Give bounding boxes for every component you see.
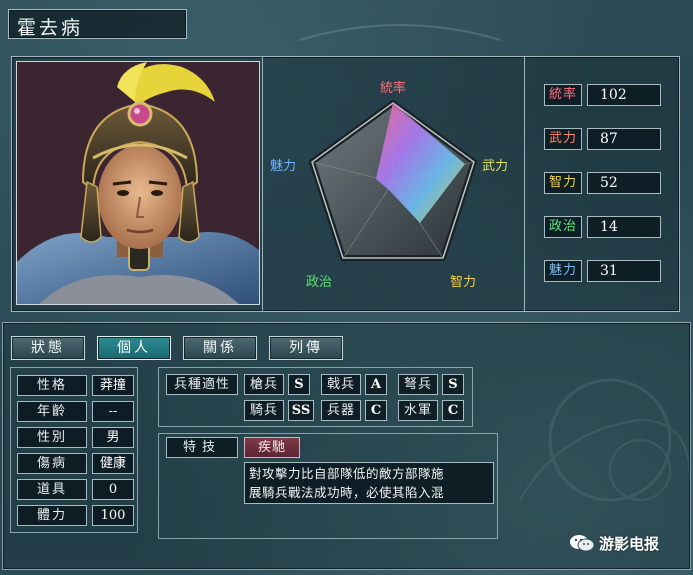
stat-row-intelligence: 智力 52 xyxy=(544,172,662,194)
stat-label: 統率 xyxy=(544,84,582,106)
tab-status[interactable]: 狀態 xyxy=(11,336,85,360)
wechat-icon xyxy=(570,535,595,552)
stat-value: 52 xyxy=(587,172,661,194)
info-value-age: -- xyxy=(92,401,134,422)
troop-grade: C xyxy=(442,400,464,421)
troop-grade: A xyxy=(365,374,387,395)
radar-label-bottom-right: 智力 xyxy=(450,275,476,290)
panel-divider-right xyxy=(524,57,525,311)
troop-aptitude-header: 兵種適性 xyxy=(166,374,238,395)
info-label-age: 年齡 xyxy=(17,401,87,422)
stat-value: 31 xyxy=(587,260,661,282)
info-label-items: 道具 xyxy=(17,479,87,500)
character-portrait xyxy=(16,61,260,305)
troop-type: 槍兵 xyxy=(244,374,284,395)
watermark: 游影电报 xyxy=(569,532,659,554)
stat-value: 102 xyxy=(587,84,661,106)
info-label-health: 傷病 xyxy=(17,453,87,474)
troop-grade: S xyxy=(288,374,310,395)
special-skill-name[interactable]: 疾馳 xyxy=(244,437,300,458)
stat-row-war: 武力 87 xyxy=(544,128,662,150)
troop-grade: SS xyxy=(288,400,314,421)
info-value-personality: 莽撞 xyxy=(92,375,134,396)
stat-row-leadership: 統率 102 xyxy=(544,84,662,106)
radar-label-bottom-left: 政治 xyxy=(306,275,332,290)
info-value-health: 健康 xyxy=(92,453,134,474)
troop-type: 水軍 xyxy=(398,400,438,421)
special-skill-header: 特技 xyxy=(166,437,238,458)
info-label-gender: 性別 xyxy=(17,427,87,448)
info-label-personality: 性格 xyxy=(17,375,87,396)
skill-desc-line2: 展騎兵戰法成功時，必使其陷入混 xyxy=(249,485,445,500)
info-value-items: 0 xyxy=(92,479,134,500)
info-label-stamina: 體力 xyxy=(17,505,87,526)
character-name: 霍去病 xyxy=(8,9,187,39)
stat-label: 智力 xyxy=(544,172,582,194)
tab-biography[interactable]: 列傳 xyxy=(269,336,343,360)
character-detail-screen: 霍去病 統率 武力 智力 政治 魅力 統率 102 武力 87 智力 52 政治… xyxy=(0,0,693,575)
portrait-illustration xyxy=(17,62,259,304)
troop-grade: S xyxy=(442,374,464,395)
stat-label: 政治 xyxy=(544,216,582,238)
stat-row-politics: 政治 14 xyxy=(544,216,662,238)
ability-radar-chart: 統率 武力 智力 政治 魅力 xyxy=(270,80,508,290)
stat-label: 武力 xyxy=(544,128,582,150)
stat-row-charisma: 魅力 31 xyxy=(544,260,662,282)
tab-relations[interactable]: 關係 xyxy=(183,336,257,360)
troop-type: 弩兵 xyxy=(398,374,438,395)
troop-type: 騎兵 xyxy=(244,400,284,421)
radar-label-right: 武力 xyxy=(482,159,508,174)
troop-type: 戟兵 xyxy=(321,374,361,395)
info-value-stamina: 100 xyxy=(92,505,134,526)
stat-value: 14 xyxy=(587,216,661,238)
radar-label-left: 魅力 xyxy=(270,159,296,174)
tab-personal[interactable]: 個人 xyxy=(97,336,171,360)
troop-type: 兵器 xyxy=(321,400,361,421)
radar-label-top: 統率 xyxy=(380,80,406,96)
watermark-text: 游影电报 xyxy=(599,534,660,553)
special-skill-description: 對攻擊力比自部隊低的敵方部隊施 展騎兵戰法成功時，必使其陷入混 xyxy=(244,462,494,504)
skill-desc-line1: 對攻擊力比自部隊低的敵方部隊施 xyxy=(249,466,445,481)
info-value-gender: 男 xyxy=(92,427,134,448)
troop-grade: C xyxy=(365,400,387,421)
stat-label: 魅力 xyxy=(544,260,582,282)
stat-value: 87 xyxy=(587,128,661,150)
